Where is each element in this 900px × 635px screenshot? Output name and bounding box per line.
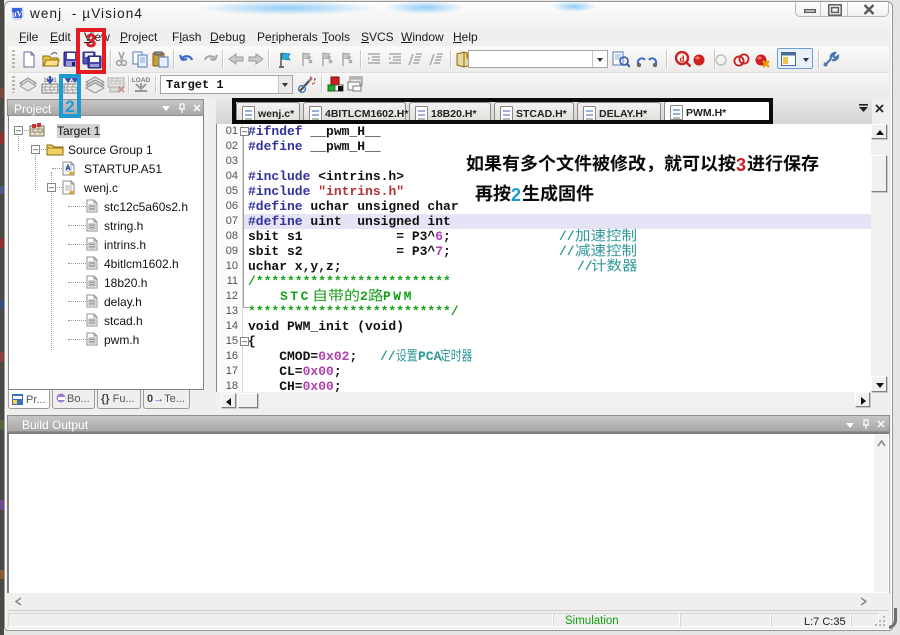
svg-text:LOAD: LOAD [132, 77, 150, 84]
svg-text:µV: µV [12, 9, 23, 18]
svg-text:d: d [679, 54, 684, 64]
